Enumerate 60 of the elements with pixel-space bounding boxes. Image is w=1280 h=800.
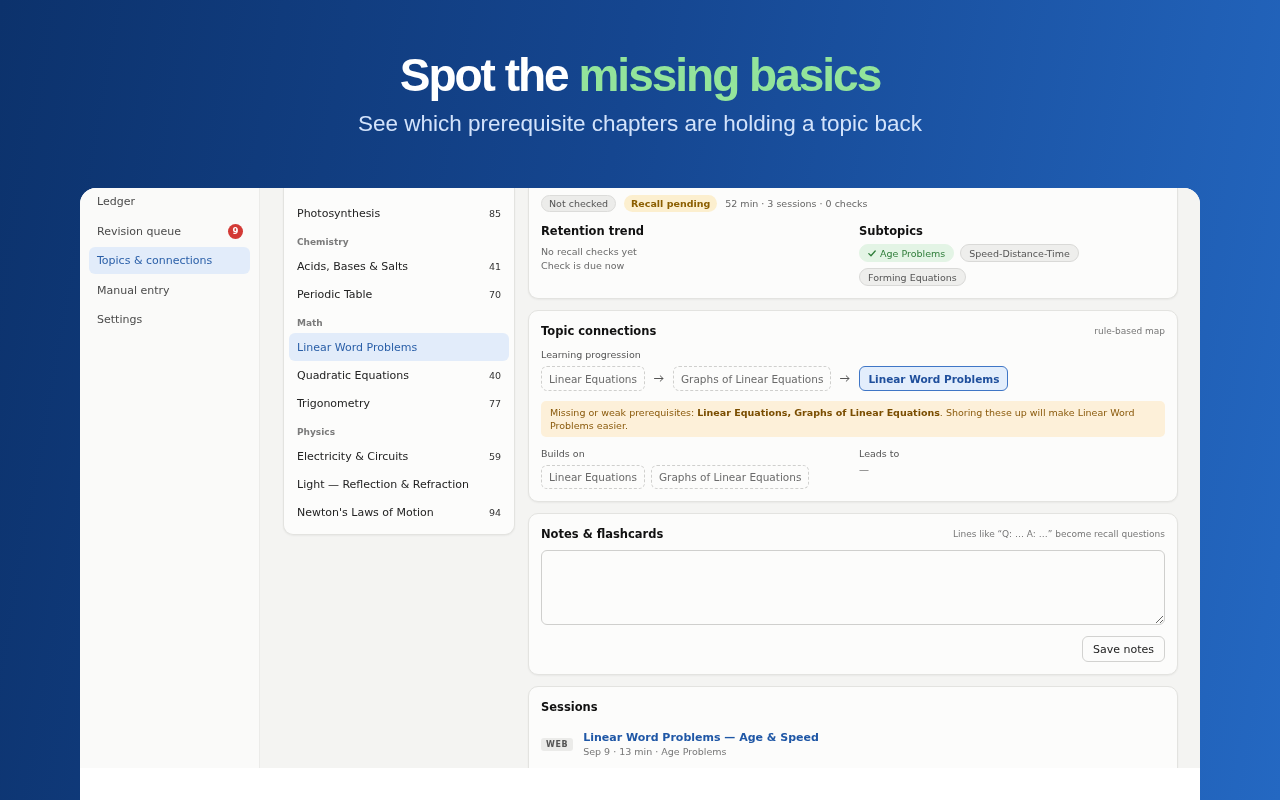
arrow-icon	[653, 375, 664, 382]
topic-item[interactable]: Periodic Table 70	[289, 280, 509, 308]
topic-item[interactable]: Newton's Laws of Motion 94	[289, 498, 509, 526]
topic-score: 70	[488, 288, 501, 300]
retention-note: No recall checks yet	[541, 245, 638, 259]
topic-score: 40	[488, 369, 501, 381]
topic-chip[interactable]: Graphs of Linear Equations	[650, 465, 810, 489]
topic-score: 77	[488, 397, 501, 409]
notes-field[interactable]	[541, 550, 1165, 625]
hero-title: Spot the missing basics	[398, 48, 882, 103]
section-title: Subtopics	[859, 223, 924, 239]
retention-note: Check is due now	[541, 259, 626, 273]
subtopic-chip[interactable]: Speed-Distance-Time	[960, 244, 1079, 262]
topic-item[interactable]: Light — Reflection & Refraction	[289, 470, 509, 498]
topic-item[interactable]: Linear Word Problems	[289, 333, 509, 361]
topic-item[interactable]: Photosynthesis 85	[289, 199, 509, 227]
card-title: Topic connections	[541, 323, 657, 339]
section-label: Builds on	[541, 447, 586, 460]
source-badge: WEB	[541, 738, 574, 751]
map-hint: rule-based map	[1094, 326, 1165, 336]
session-meta: Sep 9 · 13 min · Age Problems	[583, 745, 728, 758]
empty-value: —	[859, 464, 870, 475]
subtopic-chip[interactable]: Age Problems	[859, 244, 955, 262]
nav-item[interactable]: Manual entry	[89, 276, 250, 304]
group-heading: Physics	[296, 426, 336, 439]
status-badge: Not checked	[541, 195, 616, 212]
session-link[interactable]: Linear Word Problems — Age & Speed	[583, 731, 819, 745]
topic-chip[interactable]: Linear Equations	[541, 366, 645, 391]
topic-item[interactable]: Trigonometry 77	[289, 389, 509, 417]
subtopic-chip[interactable]: Forming Equations	[859, 268, 966, 286]
section-label: Leads to	[859, 447, 901, 460]
topic-item[interactable]: Acids, Bases & Salts 41	[289, 252, 509, 280]
topic-score: 41	[488, 260, 501, 272]
summary-stats: 52 min · 3 sessions · 0 checks	[725, 198, 868, 209]
hero-subtitle: See which prerequisite chapters are holding a topic back	[356, 111, 924, 137]
topic-item[interactable]: Electricity & Circuits 59	[289, 442, 509, 470]
arrow-icon	[840, 375, 851, 382]
save-notes-button[interactable]: Save notes	[1082, 636, 1165, 662]
card-title: Sessions	[541, 699, 599, 715]
topic-chip[interactable]: Linear Equations	[541, 465, 645, 489]
section-label: Learning progression	[541, 348, 642, 361]
group-heading: Chemistry	[296, 236, 350, 249]
topic-score: 85	[488, 207, 501, 219]
section-title: Retention trend	[541, 223, 646, 239]
notes-hint: Lines like “Q: … A: …” become recall questions	[953, 529, 1165, 539]
nav-item[interactable]: Settings	[89, 306, 250, 333]
check-icon	[868, 249, 876, 257]
prerequisite-warning: Missing or weak prerequisites: Linear Equations, Graphs of Linear Equations. Shoring these up will make Linear Word Problems easier.	[541, 401, 1165, 437]
topic-score: 94	[488, 506, 501, 518]
count-badge: 9	[228, 223, 243, 239]
card-title: Notes & flashcards	[541, 526, 664, 542]
nav-item[interactable]: Topics & connections	[89, 247, 250, 274]
group-heading: Math	[296, 317, 324, 330]
nav-item[interactable]: Ledger	[89, 188, 250, 215]
nav-item[interactable]: Revision queue 9	[89, 217, 250, 245]
status-badge: Recall pending	[624, 195, 718, 212]
topic-chip[interactable]: Linear Word Problems	[859, 366, 1009, 391]
topic-chip[interactable]: Graphs of Linear Equations	[672, 366, 832, 391]
topic-item[interactable]: Quadratic Equations 40	[289, 361, 509, 389]
topic-score: 59	[488, 450, 501, 462]
